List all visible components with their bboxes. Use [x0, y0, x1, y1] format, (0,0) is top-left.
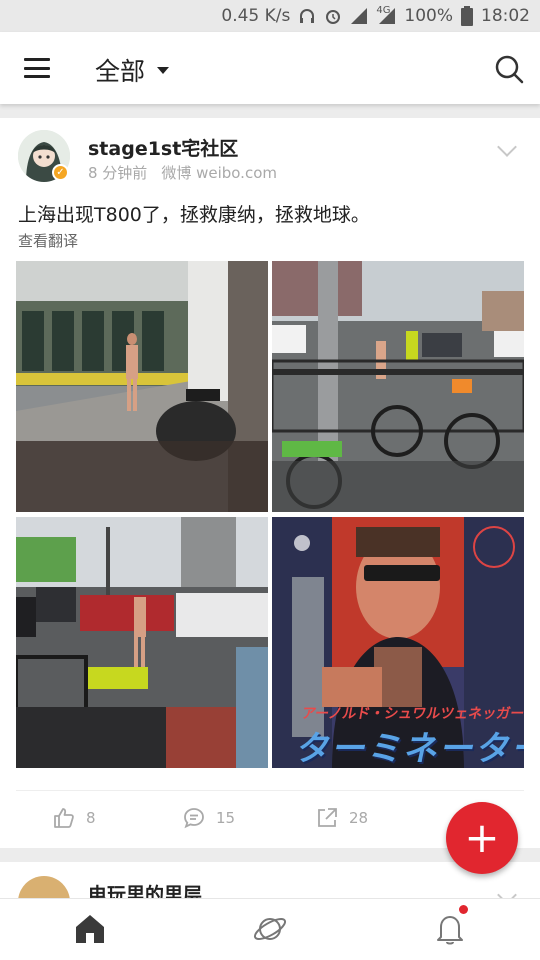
feed-filter-dropdown[interactable]: 全部: [95, 52, 170, 88]
planet-icon[interactable]: [252, 911, 288, 947]
comment-icon: [184, 808, 204, 829]
subway-platform-photo[interactable]: [16, 261, 268, 512]
page-title: 全部: [95, 57, 146, 86]
network-type-signal-icon: 4G: [376, 5, 396, 25]
bell-icon[interactable]: [432, 911, 468, 947]
translate-link[interactable]: 查看翻译: [18, 230, 78, 251]
clock: 18:02: [481, 6, 530, 26]
battery-level: 100%: [404, 6, 453, 26]
notification-dot: [459, 905, 468, 914]
street-bicycles-photo[interactable]: [272, 261, 524, 512]
chevron-down-icon[interactable]: [497, 137, 517, 157]
post-time: 8 分钟前: [88, 164, 148, 182]
image-grid: アーノルド・シュワルツェネッガー ターミネーター: [16, 261, 524, 768]
poster-title: ターミネーター: [293, 729, 524, 768]
verified-badge-icon: ✓: [52, 164, 69, 181]
status-bar: 0.45 K/s 4G 100% 18:02: [0, 0, 540, 32]
thumbs-up-icon: [54, 808, 74, 828]
caret-down-icon: [157, 66, 170, 74]
post-card[interactable]: ✓ stage1st宅社区 8 分钟前 微博 weibo.com 上海出现T80…: [0, 118, 540, 848]
share-button[interactable]: 28: [315, 806, 368, 830]
menu-icon[interactable]: [24, 58, 50, 78]
app-bar: 全部: [0, 32, 540, 104]
comment-count: 15: [216, 809, 236, 827]
share-count: 28: [349, 809, 369, 827]
home-icon[interactable]: [72, 911, 108, 947]
headphones-icon: [298, 7, 316, 25]
post-author[interactable]: stage1st宅社区: [88, 134, 238, 161]
alarm-icon: [324, 7, 342, 25]
battery-icon: [461, 6, 473, 26]
signal-icon: [350, 7, 368, 25]
poster-subtitle: アーノルド・シュワルツェネッガー: [300, 706, 524, 722]
network-speed: 0.45 K/s: [221, 6, 291, 26]
terminator-poster[interactable]: アーノルド・シュワルツェネッガー ターミネーター: [272, 517, 524, 768]
share-icon: [318, 808, 337, 827]
post-meta: 8 分钟前 微博 weibo.com: [88, 162, 277, 183]
post-source: 微博 weibo.com: [161, 164, 277, 182]
new-post-button[interactable]: +: [446, 802, 518, 874]
traffic-street-photo[interactable]: [16, 517, 268, 768]
like-count: 8: [86, 809, 96, 827]
search-icon[interactable]: [494, 54, 524, 84]
post-text: 上海出现T800了，拯救康纳，拯救地球。: [18, 204, 370, 226]
divider: [16, 790, 524, 791]
comment-button[interactable]: 15: [182, 806, 235, 830]
like-button[interactable]: 8: [52, 806, 96, 830]
